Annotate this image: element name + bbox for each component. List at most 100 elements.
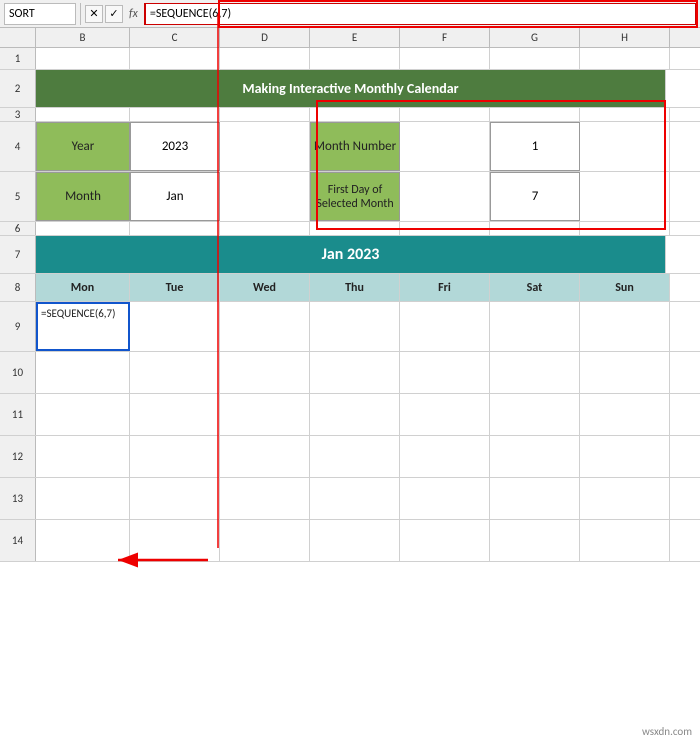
cell-h4-empty[interactable] bbox=[580, 122, 670, 171]
cell-f13[interactable] bbox=[400, 478, 490, 519]
col-header-h[interactable]: H bbox=[580, 28, 670, 47]
row-8: 8 Mon Tue Wed Thu Fri Sat Sun bbox=[0, 274, 700, 302]
row-1: 1 bbox=[0, 48, 700, 70]
col-header-e[interactable]: E bbox=[310, 28, 400, 47]
cell-e12[interactable] bbox=[310, 436, 400, 477]
cell-b12[interactable] bbox=[36, 436, 130, 477]
cell-c1[interactable] bbox=[130, 48, 220, 69]
cell-b10[interactable] bbox=[36, 352, 130, 393]
cell-d11[interactable] bbox=[220, 394, 310, 435]
cell-b3[interactable] bbox=[36, 108, 130, 121]
cell-g12[interactable] bbox=[490, 436, 580, 477]
formula-input[interactable]: =SEQUENCE(6,7) bbox=[144, 3, 696, 25]
cell-d1[interactable] bbox=[220, 48, 310, 69]
cell-f5-empty[interactable] bbox=[400, 172, 490, 221]
cell-c10[interactable] bbox=[130, 352, 220, 393]
cell-g10[interactable] bbox=[490, 352, 580, 393]
cell-h14[interactable] bbox=[580, 520, 670, 561]
cell-f10[interactable] bbox=[400, 352, 490, 393]
cell-b1[interactable] bbox=[36, 48, 130, 69]
cell-e13[interactable] bbox=[310, 478, 400, 519]
cell-g9[interactable] bbox=[490, 302, 580, 351]
cell-b11[interactable] bbox=[36, 394, 130, 435]
cell-f6[interactable] bbox=[400, 222, 490, 235]
cell-h1[interactable] bbox=[580, 48, 670, 69]
cell-e6[interactable] bbox=[310, 222, 400, 235]
cell-d10[interactable] bbox=[220, 352, 310, 393]
cell-h6[interactable] bbox=[580, 222, 670, 235]
calendar-title-cell[interactable]: Jan 2023 bbox=[36, 236, 666, 273]
cell-year-label[interactable]: Year bbox=[36, 122, 130, 171]
cell-e14[interactable] bbox=[310, 520, 400, 561]
cell-e9[interactable] bbox=[310, 302, 400, 351]
cell-first-day-value[interactable]: 7 bbox=[490, 172, 580, 221]
cell-wed[interactable]: Wed bbox=[220, 274, 310, 301]
name-box[interactable]: SORT bbox=[4, 3, 76, 25]
cell-sun[interactable]: Sun bbox=[580, 274, 670, 301]
cell-f12[interactable] bbox=[400, 436, 490, 477]
cell-d4-empty[interactable] bbox=[220, 122, 310, 171]
cell-e11[interactable] bbox=[310, 394, 400, 435]
cell-h10[interactable] bbox=[580, 352, 670, 393]
cell-thu[interactable]: Thu bbox=[310, 274, 400, 301]
cell-fri[interactable]: Fri bbox=[400, 274, 490, 301]
cancel-button[interactable]: ✕ bbox=[85, 5, 103, 23]
col-header-g[interactable]: G bbox=[490, 28, 580, 47]
cell-g3[interactable] bbox=[490, 108, 580, 121]
cell-h3[interactable] bbox=[580, 108, 670, 121]
cell-h12[interactable] bbox=[580, 436, 670, 477]
cell-d6[interactable] bbox=[220, 222, 310, 235]
row-num-9: 9 bbox=[0, 302, 36, 351]
cell-b6[interactable] bbox=[36, 222, 130, 235]
cell-h9[interactable] bbox=[580, 302, 670, 351]
cell-d13[interactable] bbox=[220, 478, 310, 519]
cell-g13[interactable] bbox=[490, 478, 580, 519]
cell-d3[interactable] bbox=[220, 108, 310, 121]
cell-year-value[interactable]: 2023 bbox=[130, 122, 220, 171]
cell-f11[interactable] bbox=[400, 394, 490, 435]
cell-month-label[interactable]: Month bbox=[36, 172, 130, 221]
cell-d14[interactable] bbox=[220, 520, 310, 561]
cell-c12[interactable] bbox=[130, 436, 220, 477]
title-cell[interactable]: Making Interactive Monthly Calendar bbox=[36, 70, 666, 107]
cell-sat[interactable]: Sat bbox=[490, 274, 580, 301]
cell-mon[interactable]: Mon bbox=[36, 274, 130, 301]
cell-g1[interactable] bbox=[490, 48, 580, 69]
cell-h5-empty[interactable] bbox=[580, 172, 670, 221]
cell-formula[interactable]: =SEQUENCE(6,7) bbox=[36, 302, 130, 351]
cell-f1[interactable] bbox=[400, 48, 490, 69]
confirm-button[interactable]: ✓ bbox=[105, 5, 123, 23]
col-header-f[interactable]: F bbox=[400, 28, 490, 47]
cell-f4-empty[interactable] bbox=[400, 122, 490, 171]
cell-e3[interactable] bbox=[310, 108, 400, 121]
cell-tue[interactable]: Tue bbox=[130, 274, 220, 301]
cell-c9[interactable] bbox=[130, 302, 220, 351]
cell-b13[interactable] bbox=[36, 478, 130, 519]
cell-c3[interactable] bbox=[130, 108, 220, 121]
cell-first-day-label[interactable]: First Day of Selected Month bbox=[310, 172, 400, 221]
cell-b14[interactable] bbox=[36, 520, 130, 561]
cell-f9[interactable] bbox=[400, 302, 490, 351]
col-header-b[interactable]: B bbox=[36, 28, 130, 47]
cell-e1[interactable] bbox=[310, 48, 400, 69]
col-header-c[interactable]: C bbox=[130, 28, 220, 47]
cell-g11[interactable] bbox=[490, 394, 580, 435]
cell-d9[interactable] bbox=[220, 302, 310, 351]
cell-h13[interactable] bbox=[580, 478, 670, 519]
cell-d12[interactable] bbox=[220, 436, 310, 477]
cell-g6[interactable] bbox=[490, 222, 580, 235]
cell-month-value[interactable]: Jan bbox=[130, 172, 220, 221]
cell-c13[interactable] bbox=[130, 478, 220, 519]
cell-month-number-value[interactable]: 1 bbox=[490, 122, 580, 171]
col-header-d[interactable]: D bbox=[220, 28, 310, 47]
cell-f14[interactable] bbox=[400, 520, 490, 561]
cell-f3[interactable] bbox=[400, 108, 490, 121]
cell-e10[interactable] bbox=[310, 352, 400, 393]
cell-c6[interactable] bbox=[130, 222, 220, 235]
cell-d5-empty[interactable] bbox=[220, 172, 310, 221]
cell-c14[interactable] bbox=[130, 520, 220, 561]
cell-h11[interactable] bbox=[580, 394, 670, 435]
cell-g14[interactable] bbox=[490, 520, 580, 561]
cell-c11[interactable] bbox=[130, 394, 220, 435]
cell-month-number-label[interactable]: Month Number bbox=[310, 122, 400, 171]
